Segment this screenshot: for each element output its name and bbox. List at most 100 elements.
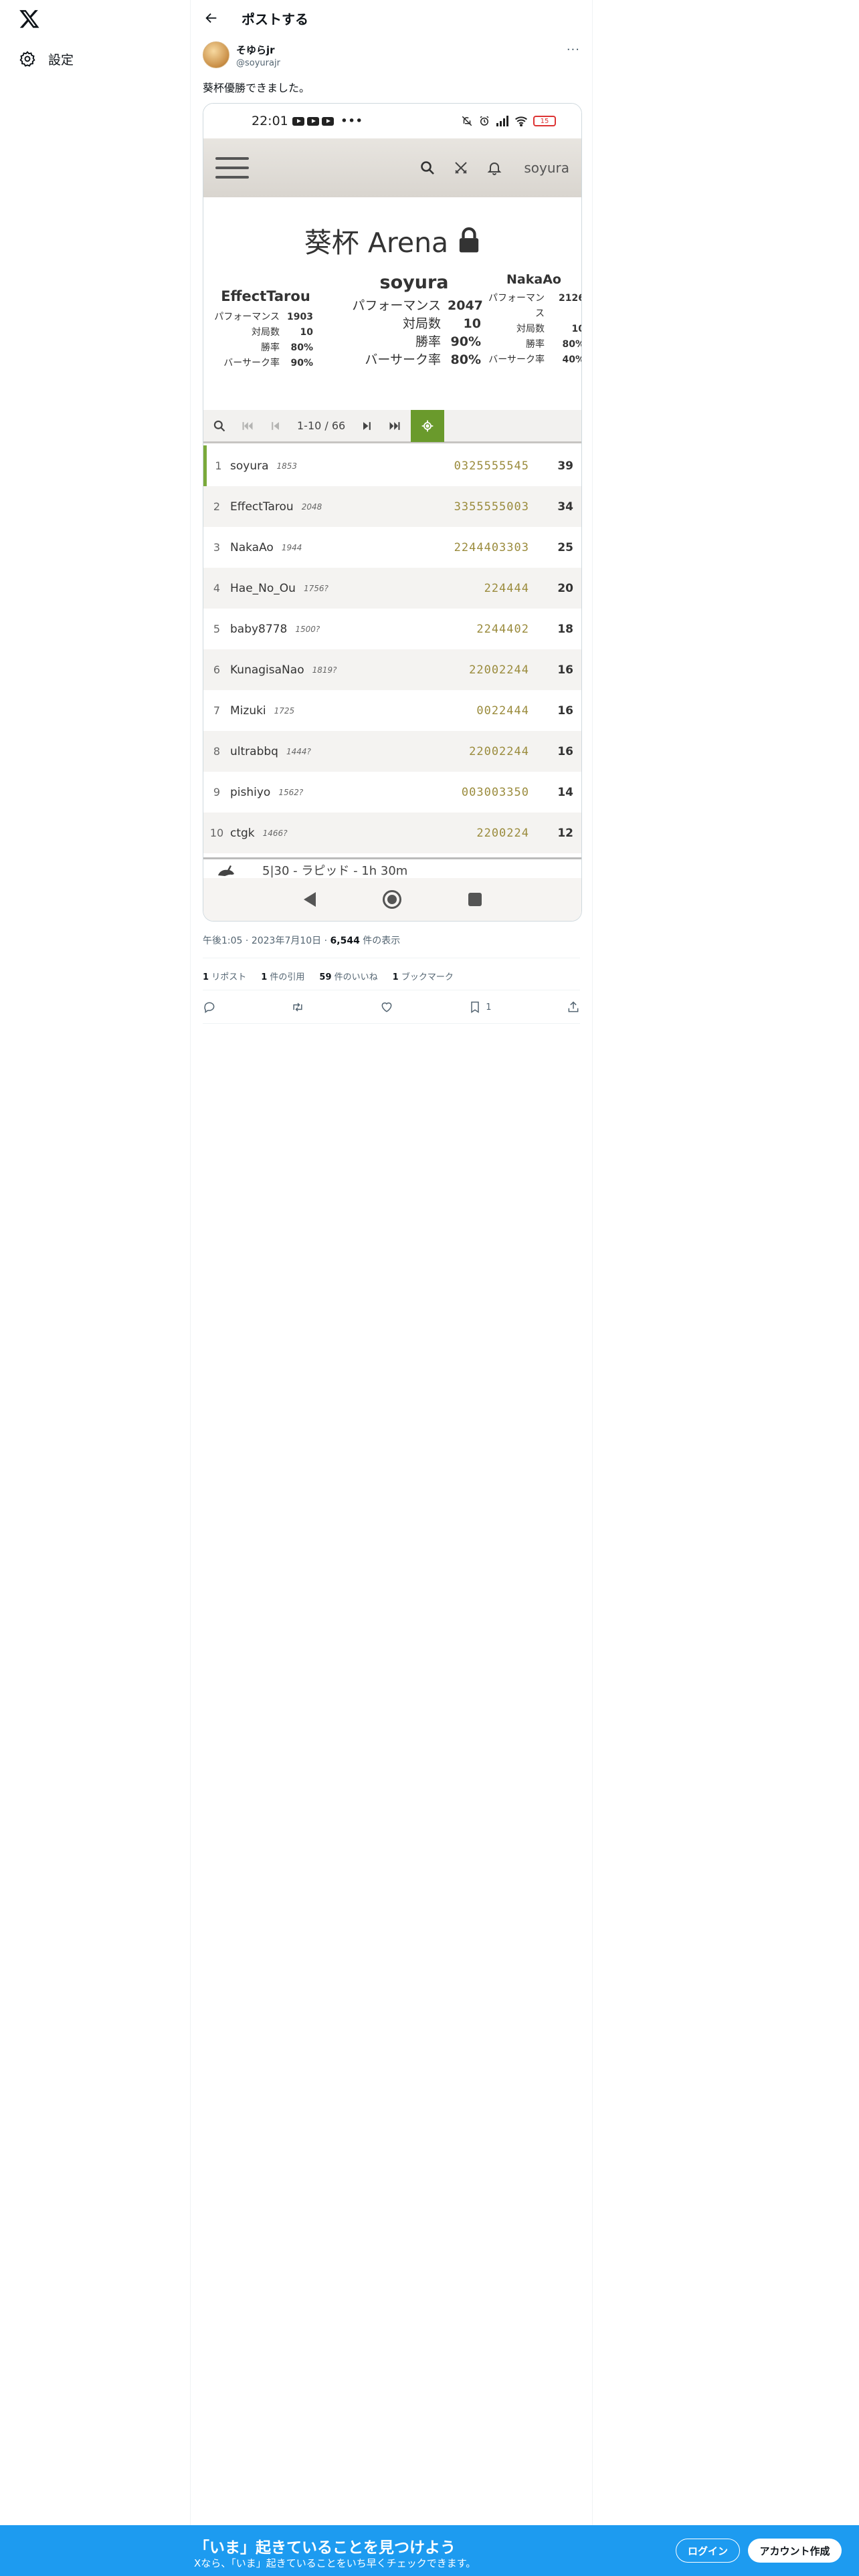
row-rating: 1500? [295, 624, 320, 634]
reposts-link[interactable]: 1 リポスト [203, 970, 246, 982]
status-right-icons: 15 [461, 115, 556, 127]
table-row[interactable]: 6 KunagisaNao 1819? 22002244 16 [203, 649, 581, 690]
android-home-icon[interactable] [382, 890, 401, 909]
podium-first: soyura パフォーマンス 2047 対局数 10 勝率 90% バーサーク率 80% [341, 272, 488, 369]
stat-label: 勝率 [261, 342, 280, 353]
row-user[interactable]: Mizuki [230, 704, 266, 718]
table-row[interactable]: 9 pishiyo 1562? 003003350 14 [203, 772, 581, 813]
row-rating: 1756? [303, 583, 328, 593]
search-icon[interactable] [213, 419, 226, 433]
stat-value: 10 [571, 324, 581, 334]
app-username[interactable]: soyura [524, 160, 569, 176]
row-score: 14 [557, 785, 573, 799]
row-user[interactable]: EffectTarou [230, 500, 294, 514]
banner-title: 「いま」起きていることを見つけよう [194, 2539, 456, 2557]
row-rating: 1562? [278, 787, 304, 797]
arena-title-text: 葵杯 Arena [304, 227, 449, 259]
reply-button[interactable] [203, 1000, 216, 1014]
row-score: 20 [557, 581, 573, 595]
stat-label: 勝率 [526, 339, 545, 350]
row-rank: 9 [213, 786, 221, 798]
row-score: 16 [557, 704, 573, 718]
table-row[interactable]: 3 NakaAo 1944 2244403303 25 [203, 527, 581, 568]
author-display-name[interactable]: そゆらjr [236, 43, 280, 57]
stat-label: パフォーマンス [352, 298, 441, 313]
likes-link[interactable]: 59 件のいいね [319, 970, 377, 982]
row-score: 18 [557, 622, 573, 636]
stat-value: 80% [562, 339, 581, 350]
stat-label: バーサーク率 [365, 352, 441, 367]
crossed-swords-icon[interactable] [453, 160, 469, 176]
heart-icon [381, 1002, 392, 1012]
row-user[interactable]: soyura [230, 459, 269, 473]
table-row[interactable]: 7 Mizuki 1725 0022444 16 [203, 690, 581, 731]
page-title: ポストする [242, 11, 308, 27]
table-row[interactable]: 2 EffectTarou 2048 3355555003 34 [203, 486, 581, 527]
next-page-icon[interactable] [360, 419, 373, 433]
row-score: 39 [557, 459, 573, 473]
search-icon[interactable] [419, 160, 436, 176]
podium: EffectTarou パフォーマンス 1903 対局数 10 勝率 80% バーサー… [203, 272, 581, 399]
stat-value: 40% [562, 354, 581, 365]
rabbit-icon [218, 865, 234, 876]
focus-me-button[interactable] [411, 409, 445, 442]
row-user[interactable]: ctgk [230, 827, 255, 840]
row-score: 25 [557, 540, 573, 554]
share-icon [568, 1001, 579, 1012]
table-row[interactable]: 4 Hae_No_Ou 1756? 224444 20 [203, 568, 581, 609]
login-button[interactable]: ログイン [676, 2539, 740, 2563]
post-date[interactable]: 2023年7月10日 [252, 936, 321, 946]
like-button[interactable] [380, 1000, 393, 1014]
x-logo-icon[interactable] [19, 8, 40, 29]
stat-label: 対局数 [402, 316, 441, 331]
bookmarks-link[interactable]: 1 ブックマーク [393, 970, 454, 982]
more-options-icon[interactable]: ··· [567, 43, 580, 57]
quotes-link[interactable]: 1 件の引用 [261, 970, 304, 982]
last-page-icon[interactable] [388, 419, 401, 433]
row-rank: 2 [213, 500, 221, 513]
avatar[interactable] [203, 41, 229, 68]
bookmark-button[interactable]: 1 [468, 1000, 492, 1014]
bell-icon[interactable] [486, 160, 502, 176]
android-back-icon[interactable] [303, 892, 316, 907]
nav-settings[interactable]: 設定 [19, 47, 74, 71]
row-user[interactable]: ultrabbq [230, 745, 278, 758]
mute-bell-icon [462, 116, 472, 126]
table-row[interactable]: 5 baby8778 1500? 2244402 18 [203, 609, 581, 649]
signal-icon [496, 116, 508, 126]
row-score: 16 [557, 663, 573, 677]
stat-value: 2047 [448, 298, 483, 313]
share-button[interactable] [567, 1000, 580, 1014]
table-row[interactable]: 8 ultrabbq 1444? 22002244 16 [203, 731, 581, 772]
row-user[interactable]: NakaAo [230, 541, 274, 554]
post-time[interactable]: 午後1:05 [203, 936, 242, 946]
first-page-icon[interactable] [241, 419, 254, 433]
author-handle[interactable]: @soyurajr [236, 58, 280, 68]
row-user[interactable]: pishiyo [230, 786, 270, 799]
android-nav-bar [203, 878, 581, 921]
bookmark-count: 1 [486, 1002, 492, 1012]
repost-button[interactable] [291, 1000, 304, 1014]
android-recents-icon[interactable] [468, 893, 482, 906]
post-image[interactable]: 22:01 ••• 15 soyura 葵杯 Arena EffectTarou… [203, 103, 582, 922]
podium-player-name[interactable]: NakaAo [487, 272, 581, 287]
table-row[interactable]: 1 soyura 1853 0325555545 39 [203, 445, 581, 486]
row-user[interactable]: Hae_No_Ou [230, 582, 296, 595]
back-arrow-icon[interactable] [204, 11, 219, 25]
podium-player-name[interactable]: EffectTarou [213, 288, 318, 304]
prev-page-icon[interactable] [269, 419, 282, 433]
table-row[interactable]: 10 ctgk 1466? 2200224 12 [203, 813, 581, 853]
row-score: 16 [557, 744, 573, 758]
youtube-icon [321, 116, 334, 126]
views-label: 件の表示 [363, 936, 401, 946]
create-account-button[interactable]: アカウント作成 [748, 2539, 842, 2563]
stat-value: 80% [290, 342, 313, 353]
row-rank: 1 [215, 459, 222, 472]
stat-value: 10 [300, 327, 313, 338]
post-author[interactable]: そゆらjr @soyurajr [203, 41, 280, 68]
row-user[interactable]: baby8778 [230, 623, 287, 636]
podium-player-name[interactable]: soyura [341, 272, 488, 293]
row-user[interactable]: KunagisaNao [230, 663, 304, 677]
hamburger-menu-icon[interactable] [215, 157, 249, 179]
status-more-dots: ••• [340, 114, 363, 128]
